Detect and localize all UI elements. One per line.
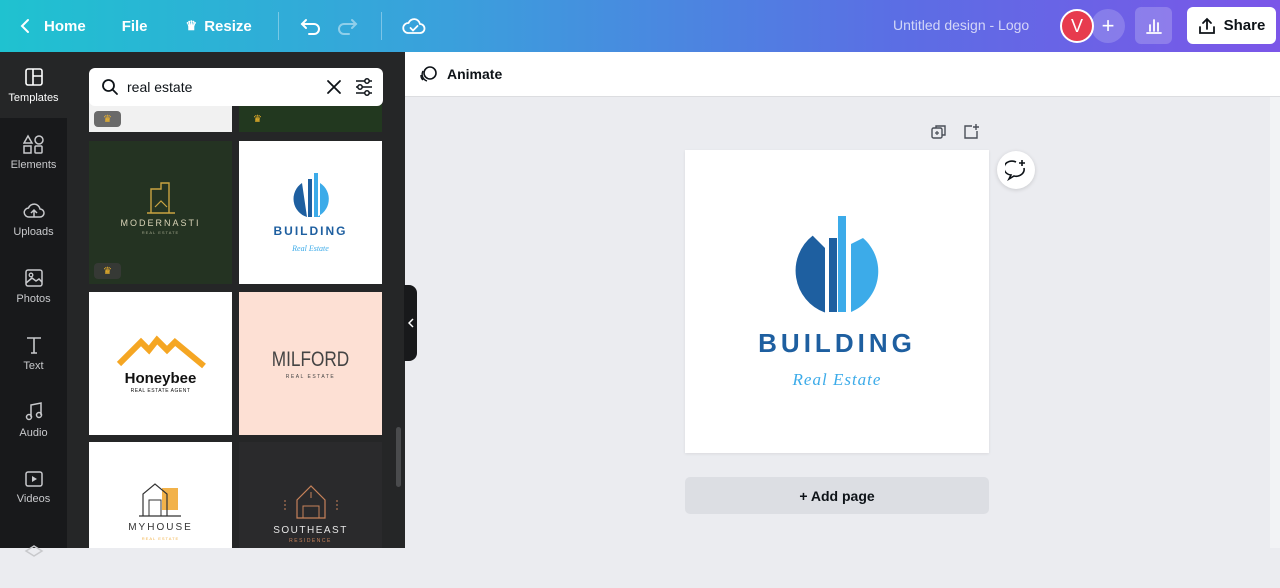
audio-icon [25,401,42,420]
cloud-check-icon [402,18,426,34]
redo-button[interactable] [329,8,365,44]
undo-button[interactable] [293,8,329,44]
cloud-save-button[interactable] [396,8,432,44]
rail-label: Photos [16,292,51,305]
close-icon[interactable] [324,77,344,97]
rail-item-templates[interactable]: Templates [0,52,67,118]
add-page-button[interactable]: + Add page [685,477,989,514]
crown-icon: ♛ [185,18,198,33]
share-button[interactable]: Share [1187,7,1276,44]
rail-item-uploads[interactable]: Uploads [0,186,67,252]
rail-item-elements[interactable]: Elements [0,119,67,185]
templates-panel: ♛ ♛ MODERNASTI REAL ESTATE ♛ BUILDING Re… [67,52,405,548]
template-tagline: REAL ESTATE [141,536,180,541]
template-tagline: REAL ESTATE [141,230,180,235]
template-tile-honeybee[interactable]: Honeybee REAL ESTATE AGENT [89,292,232,435]
undo-icon [300,19,320,35]
templates-icon [24,67,43,86]
logo-subtitle[interactable]: Real Estate [685,370,989,390]
crown-icon: ♛ [94,263,121,279]
animate-icon [420,66,437,82]
page-tools [930,123,980,141]
file-menu-button[interactable]: File [112,8,158,44]
rail-item-more[interactable] [0,522,67,588]
text-icon [26,336,41,354]
template-tile-southeast[interactable]: SOUTHEAST RESIDENCE [239,442,382,548]
canvas-toolbar: Animate [405,52,1280,97]
template-brand: BUILDING [273,224,348,238]
search-bar [89,68,383,106]
template-tile-modernasti[interactable]: MODERNASTI REAL ESTATE ♛ [89,141,232,284]
collapse-panel-handle[interactable] [404,285,417,361]
add-comment-button[interactable] [997,151,1035,189]
template-brand: MYHOUSE [128,522,193,533]
template-tagline: REAL ESTATE [285,374,336,380]
share-upload-icon [1198,17,1215,34]
chevron-left-icon [20,19,29,33]
home-label: Home [44,17,86,35]
redo-icon [337,19,358,35]
layers-icon [24,544,43,557]
add-page-icon[interactable] [962,123,980,141]
template-brand: MILFORD [271,348,350,371]
resize-button[interactable]: ♛ Resize [176,8,262,44]
rail-label: Elements [10,158,57,171]
top-bar: Home File ♛ Resize Untitled design - Log… [0,0,1280,52]
rail-item-text[interactable]: Text [0,320,67,386]
add-member-button[interactable]: + [1091,9,1125,43]
crown-icon: ♛ [94,111,121,127]
filter-sliders-icon[interactable] [354,77,374,97]
rail-label: Uploads [13,225,54,238]
rail-item-photos[interactable]: Photos [0,253,67,319]
animate-button[interactable]: Animate [419,65,502,83]
divider [380,12,382,40]
roof-logo-icon [116,335,206,369]
resize-label: Resize [204,17,252,35]
chevron-left-icon [407,318,414,328]
rail-item-audio[interactable]: Audio [0,387,67,453]
duplicate-page-icon[interactable] [930,123,948,141]
share-label: Share [1223,17,1266,34]
template-tile-building[interactable]: BUILDING Real Estate [239,141,382,284]
crown-icon: ♛ [253,113,262,125]
template-tagline: REAL ESTATE AGENT [130,388,191,394]
template-tile-myhouse[interactable]: MYHOUSE REAL ESTATE [89,442,232,548]
design-page[interactable]: BUILDING Real Estate [685,150,989,453]
videos-icon [24,470,43,487]
template-brand: Honeybee [124,370,197,387]
template-brand: MODERNASTI [120,218,201,228]
canvas-scrollbar[interactable] [1270,97,1280,548]
template-tagline: RESIDENCE [289,538,332,544]
rail-label: Templates [8,91,59,104]
logo-title[interactable]: BUILDING [685,328,989,359]
home-button[interactable]: Home [10,8,96,44]
left-rail: Templates Elements Uploads Photos Text A… [0,52,67,557]
animate-label: Animate [447,66,503,82]
search-input[interactable] [127,79,307,95]
template-tile-milford[interactable]: MILFORD REAL ESTATE [239,292,382,435]
insights-button[interactable] [1135,7,1172,44]
panel-scrollbar[interactable] [396,427,401,487]
comment-add-icon [1005,160,1025,181]
rail-item-videos[interactable]: Videos [0,454,67,520]
search-icon [102,79,118,95]
building-logo-icon [293,173,329,217]
rail-label: Text [23,359,44,372]
design-title[interactable]: Untitled design - Logo [893,17,1029,33]
bar-chart-icon [1145,18,1162,34]
rail-label: Videos [16,492,51,505]
divider [277,12,279,40]
building-logo-icon[interactable] [685,150,989,453]
file-label: File [121,17,148,35]
photos-icon [24,268,43,287]
rail-label: Audio [19,426,48,439]
elements-icon [22,133,44,154]
template-brand: SOUTHEAST [273,525,348,536]
avatar[interactable]: V [1060,9,1094,43]
uploads-icon [23,202,45,218]
template-tagline: Real Estate [292,244,329,253]
